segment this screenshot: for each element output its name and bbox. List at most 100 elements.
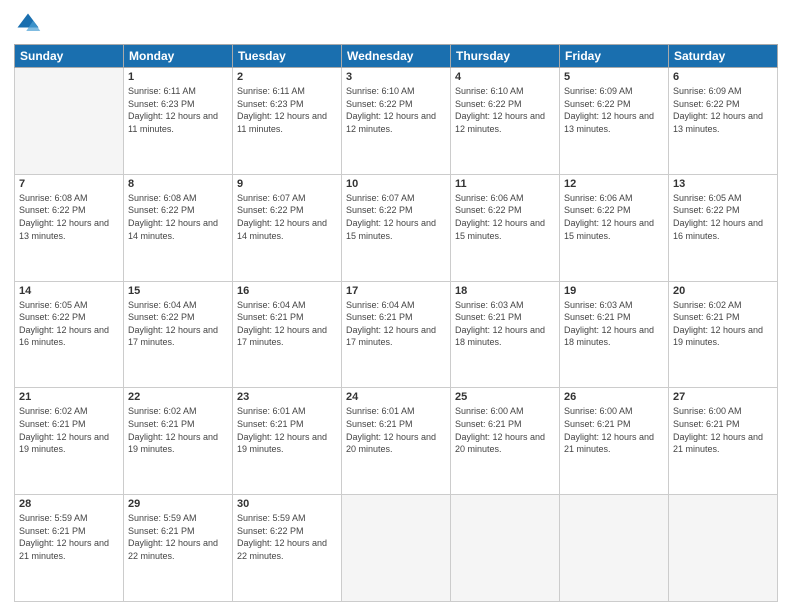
day-number: 3 bbox=[346, 71, 446, 83]
day-info: Sunrise: 6:10 AMSunset: 6:22 PMDaylight:… bbox=[455, 86, 545, 134]
calendar-cell: 19Sunrise: 6:03 AMSunset: 6:21 PMDayligh… bbox=[560, 281, 669, 388]
day-number: 21 bbox=[19, 391, 119, 403]
calendar-cell: 16Sunrise: 6:04 AMSunset: 6:21 PMDayligh… bbox=[233, 281, 342, 388]
day-number: 2 bbox=[237, 71, 337, 83]
weekday-header-row: SundayMondayTuesdayWednesdayThursdayFrid… bbox=[15, 45, 778, 68]
day-info: Sunrise: 6:04 AMSunset: 6:22 PMDaylight:… bbox=[128, 300, 218, 348]
day-info: Sunrise: 5:59 AMSunset: 6:21 PMDaylight:… bbox=[128, 513, 218, 561]
calendar-cell: 6 Sunrise: 6:09 AMSunset: 6:22 PMDaylight… bbox=[669, 68, 778, 175]
day-number: 10 bbox=[346, 178, 446, 190]
calendar-cell: 2 Sunrise: 6:11 AMSunset: 6:23 PMDaylight… bbox=[233, 68, 342, 175]
day-number: 23 bbox=[237, 391, 337, 403]
weekday-header-friday: Friday bbox=[560, 45, 669, 68]
calendar-cell: 22 Sunrise: 6:02 AMSunset: 6:21 PMDayligh… bbox=[124, 388, 233, 495]
weekday-header-wednesday: Wednesday bbox=[342, 45, 451, 68]
day-number: 13 bbox=[673, 178, 773, 190]
calendar-cell: 30 Sunrise: 5:59 AMSunset: 6:22 PMDayligh… bbox=[233, 495, 342, 602]
logo bbox=[14, 10, 46, 38]
calendar-cell bbox=[342, 495, 451, 602]
day-number: 14 bbox=[19, 285, 119, 297]
calendar-cell: 20 Sunrise: 6:02 AMSunset: 6:21 PMDayligh… bbox=[669, 281, 778, 388]
header bbox=[14, 10, 778, 38]
day-info: Sunrise: 6:07 AMSunset: 6:22 PMDaylight:… bbox=[346, 193, 436, 241]
weekday-header-thursday: Thursday bbox=[451, 45, 560, 68]
day-number: 24 bbox=[346, 391, 446, 403]
calendar-cell: 24Sunrise: 6:01 AMSunset: 6:21 PMDayligh… bbox=[342, 388, 451, 495]
calendar-cell: 26Sunrise: 6:00 AMSunset: 6:21 PMDayligh… bbox=[560, 388, 669, 495]
day-number: 30 bbox=[237, 498, 337, 510]
day-info: Sunrise: 6:02 AMSunset: 6:21 PMDaylight:… bbox=[128, 406, 218, 454]
calendar-cell: 7Sunrise: 6:08 AMSunset: 6:22 PMDaylight… bbox=[15, 174, 124, 281]
day-info: Sunrise: 6:06 AMSunset: 6:22 PMDaylight:… bbox=[564, 193, 654, 241]
day-number: 22 bbox=[128, 391, 228, 403]
calendar-cell: 27 Sunrise: 6:00 AMSunset: 6:21 PMDayligh… bbox=[669, 388, 778, 495]
day-number: 6 bbox=[673, 71, 773, 83]
calendar-cell: 3 Sunrise: 6:10 AMSunset: 6:22 PMDaylight… bbox=[342, 68, 451, 175]
day-number: 4 bbox=[455, 71, 555, 83]
day-info: Sunrise: 6:08 AMSunset: 6:22 PMDaylight:… bbox=[128, 193, 218, 241]
page: SundayMondayTuesdayWednesdayThursdayFrid… bbox=[0, 0, 792, 612]
day-number: 16 bbox=[237, 285, 337, 297]
day-number: 18 bbox=[455, 285, 555, 297]
day-info: Sunrise: 6:03 AMSunset: 6:21 PMDaylight:… bbox=[455, 300, 545, 348]
day-number: 1 bbox=[128, 71, 228, 83]
calendar-cell: 5 Sunrise: 6:09 AMSunset: 6:22 PMDaylight… bbox=[560, 68, 669, 175]
logo-icon bbox=[14, 10, 42, 38]
day-number: 9 bbox=[237, 178, 337, 190]
day-number: 27 bbox=[673, 391, 773, 403]
weekday-header-sunday: Sunday bbox=[15, 45, 124, 68]
calendar-cell: 28 Sunrise: 5:59 AMSunset: 6:21 PMDayligh… bbox=[15, 495, 124, 602]
calendar-cell: 12 Sunrise: 6:06 AMSunset: 6:22 PMDayligh… bbox=[560, 174, 669, 281]
day-number: 8 bbox=[128, 178, 228, 190]
day-info: Sunrise: 6:04 AMSunset: 6:21 PMDaylight:… bbox=[346, 300, 436, 348]
calendar-cell: 14Sunrise: 6:05 AMSunset: 6:22 PMDayligh… bbox=[15, 281, 124, 388]
calendar-cell: 4 Sunrise: 6:10 AMSunset: 6:22 PMDaylight… bbox=[451, 68, 560, 175]
day-number: 29 bbox=[128, 498, 228, 510]
day-number: 17 bbox=[346, 285, 446, 297]
day-info: Sunrise: 6:11 AMSunset: 6:23 PMDaylight:… bbox=[237, 86, 327, 134]
day-number: 5 bbox=[564, 71, 664, 83]
calendar-cell bbox=[451, 495, 560, 602]
calendar-cell: 9 Sunrise: 6:07 AMSunset: 6:22 PMDaylight… bbox=[233, 174, 342, 281]
day-number: 7 bbox=[19, 178, 119, 190]
day-number: 25 bbox=[455, 391, 555, 403]
day-number: 15 bbox=[128, 285, 228, 297]
calendar-cell bbox=[560, 495, 669, 602]
calendar-cell: 13Sunrise: 6:05 AMSunset: 6:22 PMDayligh… bbox=[669, 174, 778, 281]
day-info: Sunrise: 6:00 AMSunset: 6:21 PMDaylight:… bbox=[673, 406, 763, 454]
calendar-cell: 18 Sunrise: 6:03 AMSunset: 6:21 PMDayligh… bbox=[451, 281, 560, 388]
day-info: Sunrise: 6:06 AMSunset: 6:22 PMDaylight:… bbox=[455, 193, 545, 241]
day-info: Sunrise: 6:09 AMSunset: 6:22 PMDaylight:… bbox=[564, 86, 654, 134]
weekday-header-saturday: Saturday bbox=[669, 45, 778, 68]
week-row-2: 14Sunrise: 6:05 AMSunset: 6:22 PMDayligh… bbox=[15, 281, 778, 388]
calendar-cell: 23 Sunrise: 6:01 AMSunset: 6:21 PMDayligh… bbox=[233, 388, 342, 495]
calendar-table: SundayMondayTuesdayWednesdayThursdayFrid… bbox=[14, 44, 778, 602]
day-number: 19 bbox=[564, 285, 664, 297]
weekday-header-tuesday: Tuesday bbox=[233, 45, 342, 68]
calendar-cell: 8 Sunrise: 6:08 AMSunset: 6:22 PMDaylight… bbox=[124, 174, 233, 281]
day-info: Sunrise: 6:09 AMSunset: 6:22 PMDaylight:… bbox=[673, 86, 763, 134]
day-info: Sunrise: 5:59 AMSunset: 6:21 PMDaylight:… bbox=[19, 513, 109, 561]
day-number: 26 bbox=[564, 391, 664, 403]
day-info: Sunrise: 6:02 AMSunset: 6:21 PMDaylight:… bbox=[673, 300, 763, 348]
week-row-1: 7 Sunrise: 6:08 AMSunset: 6:22 PMDaylight… bbox=[15, 174, 778, 281]
day-number: 11 bbox=[455, 178, 555, 190]
week-row-0: 1 Sunrise: 6:11 AMSunset: 6:23 PMDaylight… bbox=[15, 68, 778, 175]
day-info: Sunrise: 5:59 AMSunset: 6:22 PMDaylight:… bbox=[237, 513, 327, 561]
day-number: 12 bbox=[564, 178, 664, 190]
day-info: Sunrise: 6:11 AMSunset: 6:23 PMDaylight:… bbox=[128, 86, 218, 134]
calendar-cell: 17 Sunrise: 6:04 AMSunset: 6:21 PMDayligh… bbox=[342, 281, 451, 388]
day-info: Sunrise: 6:10 AMSunset: 6:22 PMDaylight:… bbox=[346, 86, 436, 134]
calendar-cell: 10 Sunrise: 6:07 AMSunset: 6:22 PMDayligh… bbox=[342, 174, 451, 281]
calendar-cell: 25Sunrise: 6:00 AMSunset: 6:21 PMDayligh… bbox=[451, 388, 560, 495]
day-number: 20 bbox=[673, 285, 773, 297]
week-row-3: 21 Sunrise: 6:02 AMSunset: 6:21 PMDayligh… bbox=[15, 388, 778, 495]
day-info: Sunrise: 6:02 AMSunset: 6:21 PMDaylight:… bbox=[19, 406, 109, 454]
day-info: Sunrise: 6:07 AMSunset: 6:22 PMDaylight:… bbox=[237, 193, 327, 241]
weekday-header-monday: Monday bbox=[124, 45, 233, 68]
calendar-cell: 15 Sunrise: 6:04 AMSunset: 6:22 PMDayligh… bbox=[124, 281, 233, 388]
week-row-4: 28 Sunrise: 5:59 AMSunset: 6:21 PMDayligh… bbox=[15, 495, 778, 602]
day-number: 28 bbox=[19, 498, 119, 510]
day-info: Sunrise: 6:01 AMSunset: 6:21 PMDaylight:… bbox=[237, 406, 327, 454]
calendar-cell: 11 Sunrise: 6:06 AMSunset: 6:22 PMDayligh… bbox=[451, 174, 560, 281]
